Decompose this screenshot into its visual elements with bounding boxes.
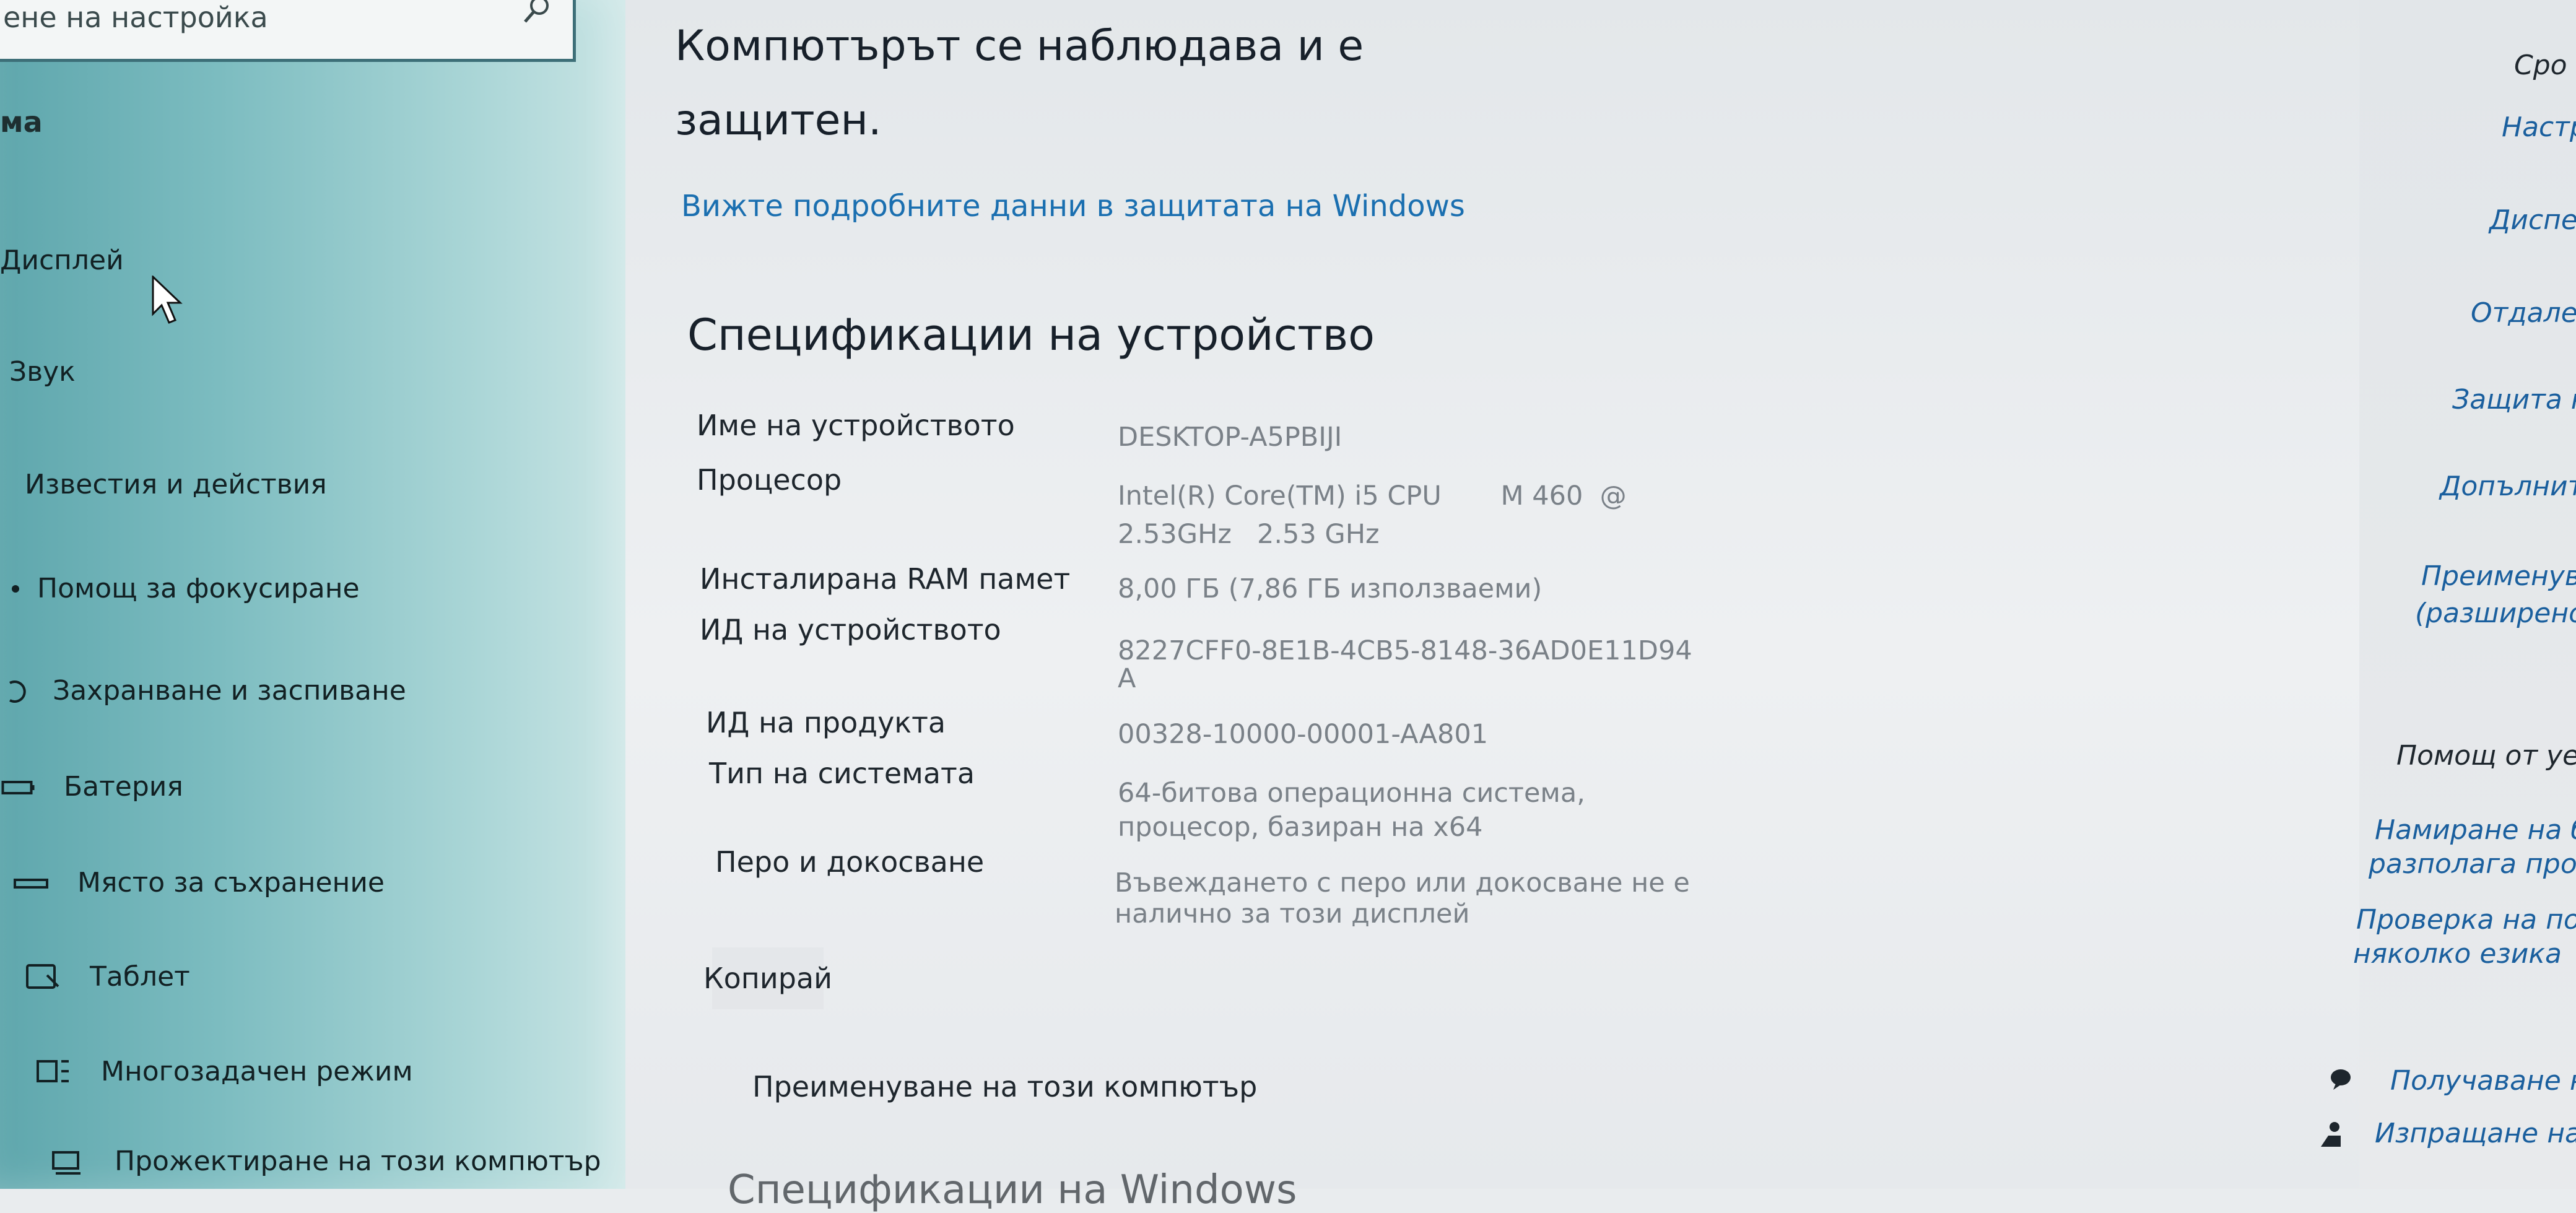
section-heading: ма bbox=[0, 105, 43, 139]
protection-status-line: защитен. bbox=[675, 96, 882, 145]
moon-icon bbox=[0, 573, 19, 604]
related-link[interactable]: Преименув bbox=[2421, 560, 2576, 592]
sidebar-item-label: Захранване и заспиване bbox=[53, 675, 406, 706]
sidebar-item-label: Прожектиране на този компютър bbox=[115, 1146, 601, 1177]
sidebar-item-label: Място за съхранение bbox=[77, 867, 385, 898]
related-link[interactable]: (разширено bbox=[2415, 598, 2576, 629]
spec-value-processor-2: 2.53GHz 2.53 GHz bbox=[1118, 519, 1380, 550]
help-heading: Помощ от уе bbox=[2396, 740, 2576, 772]
tablet-icon bbox=[25, 962, 62, 993]
related-link[interactable]: Отдале bbox=[2471, 297, 2576, 329]
spec-label-processor: Процесор bbox=[697, 463, 842, 497]
related-link[interactable]: Допълнит bbox=[2440, 471, 2576, 502]
spec-value-system-type-2: процесор, базиран на x64 bbox=[1118, 812, 1483, 843]
spec-label-system-type: Тип на системата bbox=[709, 757, 975, 790]
related-link[interactable]: Диспе bbox=[2489, 204, 2576, 236]
power-icon bbox=[0, 676, 26, 706]
sidebar-item-label: Многозадачен режим bbox=[101, 1056, 413, 1087]
feedback-icon bbox=[2316, 1120, 2347, 1150]
sidebar-item-label: Таблет bbox=[90, 961, 190, 993]
sidebar-item-multitasking[interactable]: Многозадачен режим bbox=[34, 1056, 413, 1087]
spec-label-pen-touch: Перо и докосване bbox=[715, 845, 985, 879]
spec-value-device-name: DESKTOP-A5PBIJI bbox=[1118, 422, 1342, 453]
storage-icon bbox=[12, 867, 50, 898]
sidebar-item-label: Звук bbox=[9, 356, 76, 388]
spec-value-product-id: 00328-10000-00001-AA801 bbox=[1118, 719, 1489, 750]
help-link[interactable]: разполага проц bbox=[2369, 848, 2576, 880]
sidebar-item-tablet[interactable]: Таблет bbox=[25, 961, 190, 993]
sidebar-item-label: Батерия bbox=[64, 771, 183, 802]
mouse-cursor-icon bbox=[152, 274, 183, 325]
windows-security-link[interactable]: Вижте подробните данни в защитата на Win… bbox=[681, 189, 1465, 224]
sidebar-item-label: Дисплей bbox=[0, 245, 124, 276]
help-link[interactable]: Проверка на под bbox=[2356, 904, 2576, 936]
sidebar-item-storage[interactable]: Място за съхранение bbox=[12, 867, 385, 898]
sidebar-item-power-sleep[interactable]: Захранване и заспиване bbox=[0, 675, 406, 706]
spec-label-device-id: ИД на устройството bbox=[700, 613, 1001, 646]
windows-specs-title: Спецификации на Windows bbox=[728, 1167, 1297, 1213]
get-help-icon bbox=[2328, 1065, 2356, 1092]
sidebar-item-label: Известия и действия bbox=[25, 469, 327, 500]
search-placeholder: ене на настройка bbox=[3, 1, 268, 34]
feedback-link[interactable]: Изпращане на bbox=[2375, 1118, 2576, 1149]
related-link[interactable]: Защита н bbox=[2452, 384, 2576, 415]
multitasking-icon bbox=[34, 1056, 71, 1087]
spec-value-device-id: 8227CFF0-8E1B-4CB5-8148-36AD0E11D94 bbox=[1118, 635, 1692, 666]
related-heading: Сро bbox=[2514, 50, 2567, 81]
help-link[interactable]: Намиране на б bbox=[2375, 814, 2576, 846]
device-specs-title: Спецификации на устройство bbox=[687, 310, 1375, 360]
spec-label-product-id: ИД на продукта bbox=[706, 706, 946, 739]
spec-value-pen-touch-2: налично за този дисплей bbox=[1115, 898, 1470, 929]
sidebar-item-notifications[interactable]: Известия и действия bbox=[25, 469, 327, 500]
protection-status: Компютърът се наблюдава и е защитен. bbox=[675, 9, 1418, 158]
spec-label-ram: Инсталирана RAM памет bbox=[700, 562, 1071, 596]
spec-value-system-type: 64-битова операционна система, bbox=[1118, 778, 1585, 809]
projecting-icon bbox=[50, 1146, 87, 1177]
copy-button-label: Копирай bbox=[703, 962, 833, 995]
about-page: Компютърът се наблюдава и е защитен. Виж… bbox=[625, 0, 2359, 1213]
related-link[interactable]: Настр bbox=[2502, 111, 2576, 143]
spec-value-processor: Intel(R) Core(TM) i5 CPU M 460 @ bbox=[1118, 480, 1627, 511]
sidebar-item-focus-assist[interactable]: Помощ за фокусиране bbox=[0, 573, 360, 604]
spec-value-device-id-2: A bbox=[1118, 663, 1136, 694]
search-icon[interactable] bbox=[522, 0, 552, 24]
battery-icon bbox=[0, 772, 35, 802]
protection-status-line: Компютърът се наблюдава и е bbox=[675, 22, 1364, 71]
settings-sidebar: ене на настройка ма Дисплей Звук Извести… bbox=[0, 0, 625, 1189]
sidebar-item-display[interactable]: Дисплей bbox=[0, 245, 183, 324]
get-help-link[interactable]: Получаване н bbox=[2390, 1065, 2576, 1097]
rename-pc-link[interactable]: Преименуване на този компютър bbox=[752, 1070, 1257, 1103]
spec-label-device-name: Име на устройството bbox=[697, 409, 1015, 442]
sidebar-item-label: Помощ за фокусиране bbox=[37, 573, 360, 604]
help-link[interactable]: няколко езика bbox=[2353, 938, 2562, 970]
spec-value-ram: 8,00 ГБ (7,86 ГБ използваеми) bbox=[1118, 573, 1543, 604]
sidebar-item-projecting[interactable]: Прожектиране на този компютър bbox=[50, 1146, 601, 1177]
sidebar-item-sound[interactable]: Звук bbox=[9, 356, 76, 388]
sidebar-item-battery[interactable]: Батерия bbox=[0, 771, 183, 802]
related-settings-column: Сро Настр Диспе Отдале Защита н Допълнит… bbox=[2321, 0, 2576, 1189]
copy-button[interactable]: Копирай bbox=[703, 947, 832, 1009]
search-input[interactable]: ене на настройка bbox=[0, 0, 576, 62]
